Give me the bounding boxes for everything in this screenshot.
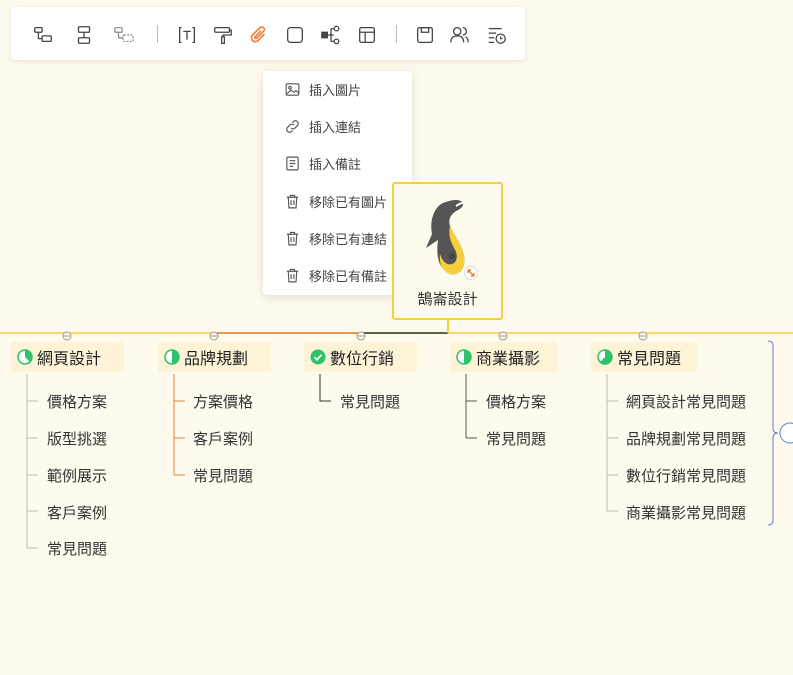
subtopic[interactable]: 價格方案	[486, 391, 546, 412]
add-floating-topic-icon[interactable]	[112, 23, 136, 47]
insert-menu: 插入圖片 插入連結 插入備註 移除已有圖片 移除已有連結 移除已有備註	[263, 71, 412, 295]
menu-item-label: 移除已有備註	[309, 270, 388, 285]
subtopic[interactable]: 版型挑選	[47, 428, 107, 449]
menu-item-remove-links[interactable]: 移除已有連結	[263, 220, 412, 257]
root-topic-label: 鵠崙設計	[417, 290, 478, 308]
trash-icon	[283, 267, 301, 285]
subtopic[interactable]: 商業攝影常見問題	[626, 502, 746, 523]
link-icon	[283, 118, 301, 136]
trash-icon	[283, 193, 301, 211]
subtopic[interactable]: 數位行銷常見問題	[626, 465, 746, 486]
collaborators-icon[interactable]	[448, 23, 472, 47]
note-icon	[283, 155, 301, 173]
subtopic[interactable]: 常見問題	[47, 538, 107, 559]
toolbar-divider	[157, 25, 158, 43]
menu-item-insert-link[interactable]: 插入連結	[263, 108, 412, 145]
add-child-topic-icon[interactable]	[31, 23, 55, 47]
subtopic[interactable]: 品牌規劃常見問題	[626, 428, 746, 449]
topic-web-design[interactable]: 網頁設計	[11, 342, 124, 372]
progress-icon	[164, 349, 180, 365]
menu-item-label: 插入連結	[309, 121, 362, 136]
toolbar	[11, 7, 525, 60]
shape-icon[interactable]	[283, 23, 307, 47]
subtopic[interactable]: 常見問題	[486, 428, 546, 449]
topic-faq[interactable]: 常見問題	[591, 342, 697, 372]
subtopic[interactable]: 常見問題	[340, 391, 400, 412]
menu-item-remove-images[interactable]: 移除已有圖片	[263, 183, 412, 220]
subtopic[interactable]: 常見問題	[193, 465, 253, 486]
topic-label: 品牌規劃	[184, 349, 249, 368]
topic-label: 數位行銷	[330, 349, 395, 368]
attachment-icon[interactable]	[247, 23, 271, 47]
layout-icon[interactable]	[355, 23, 379, 47]
trash-icon	[283, 230, 301, 248]
menu-item-label: 插入圖片	[309, 84, 362, 99]
check-circle-icon	[310, 349, 326, 365]
save-icon[interactable]	[413, 23, 437, 47]
root-topic[interactable]: 鵠崙設計	[392, 182, 503, 320]
topic-label: 網頁設計	[37, 349, 102, 368]
menu-item-label: 移除已有連結	[309, 233, 388, 248]
subtopic[interactable]: 方案價格	[193, 391, 253, 412]
text-icon[interactable]	[175, 23, 199, 47]
subtopic[interactable]: 客戶案例	[47, 502, 107, 523]
subtopic[interactable]: 客戶案例	[193, 428, 253, 449]
menu-item-insert-note[interactable]: 插入備註	[263, 145, 412, 182]
image-icon	[283, 81, 301, 99]
format-painter-icon[interactable]	[211, 23, 235, 47]
topic-label: 常見問題	[617, 349, 682, 368]
progress-icon	[17, 349, 33, 365]
progress-icon	[597, 349, 613, 365]
menu-item-insert-image[interactable]: 插入圖片	[263, 71, 412, 108]
add-sibling-topic-icon[interactable]	[72, 23, 96, 47]
topic-commercial-photography[interactable]: 商業攝影	[450, 342, 557, 372]
subtopic[interactable]: 範例展示	[47, 465, 107, 486]
menu-item-remove-notes[interactable]: 移除已有備註	[263, 257, 412, 294]
resize-handle-icon[interactable]	[464, 266, 478, 280]
structure-icon[interactable]	[319, 23, 343, 47]
menu-item-label: 插入備註	[309, 158, 362, 173]
topic-label: 商業攝影	[476, 349, 541, 368]
task-schedule-icon[interactable]	[485, 23, 509, 47]
menu-item-label: 移除已有圖片	[309, 196, 388, 211]
topic-brand-planning[interactable]: 品牌規劃	[158, 342, 271, 372]
progress-icon	[456, 349, 472, 365]
toolbar-divider	[396, 25, 397, 43]
subtopic[interactable]: 價格方案	[47, 391, 107, 412]
subtopic[interactable]: 網頁設計常見問題	[626, 391, 746, 412]
topic-digital-marketing[interactable]: 數位行銷	[304, 342, 417, 372]
